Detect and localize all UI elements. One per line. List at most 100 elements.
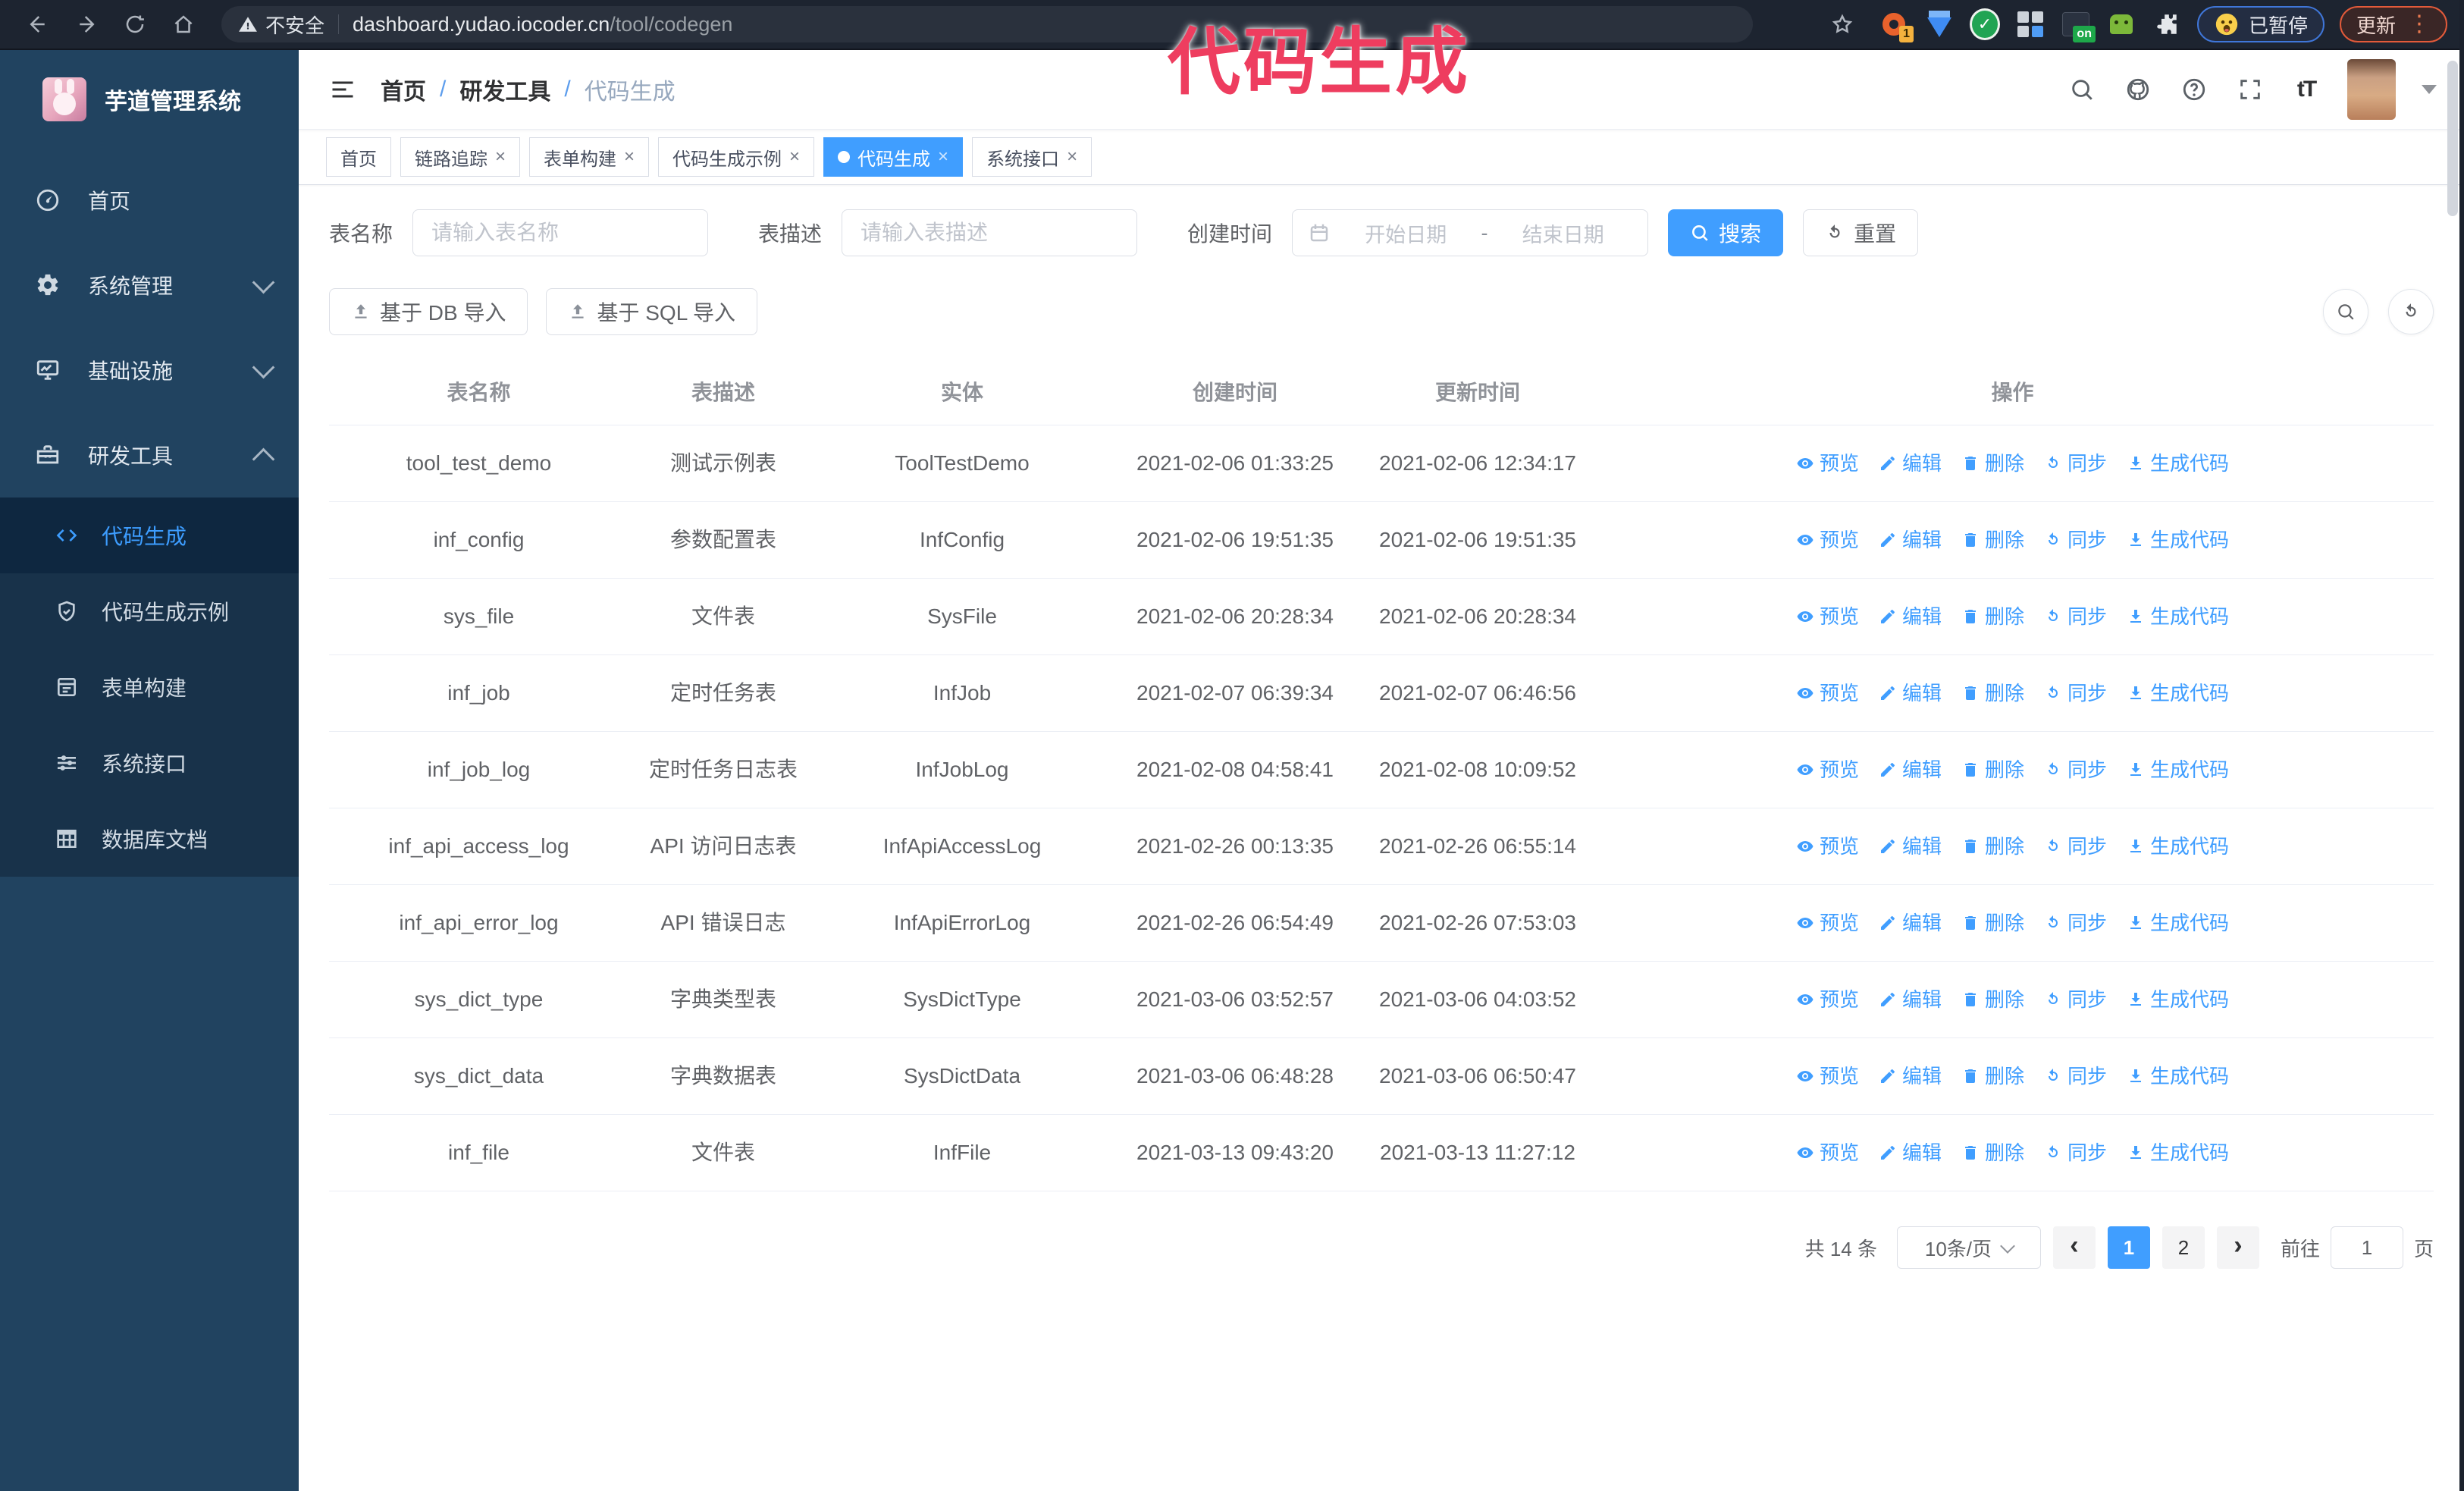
action-generate-link[interactable]: 生成代码 [2127,448,2229,479]
action-preview-link[interactable]: 预览 [1796,755,1859,785]
action-preview-link[interactable]: 预览 [1796,1138,1859,1168]
close-icon[interactable]: × [1067,148,1077,166]
action-delete-link[interactable]: 删除 [1961,908,2024,938]
paused-extension-badge[interactable]: 已暂停 [2196,6,2324,42]
action-delete-link[interactable]: 删除 [1961,601,2024,632]
table-desc-input[interactable] [842,209,1138,256]
app-logo-row[interactable]: 芋道管理系统 [0,50,299,149]
action-delete-link[interactable]: 删除 [1961,448,2024,479]
bookmark-star-icon[interactable] [1821,3,1864,46]
import-db-button[interactable]: 基于 DB 导入 [329,288,528,335]
action-edit-link[interactable]: 编辑 [1879,831,1942,862]
action-sync-link[interactable]: 同步 [2044,448,2107,479]
action-delete-link[interactable]: 删除 [1961,984,2024,1015]
search-button[interactable]: 搜索 [1668,209,1784,256]
forward-icon[interactable] [65,3,108,46]
github-icon[interactable] [2123,74,2153,105]
kebab-menu-icon[interactable]: ⋮ [2408,13,2431,36]
action-generate-link[interactable]: 生成代码 [2127,1061,2229,1091]
action-generate-link[interactable]: 生成代码 [2127,831,2229,862]
close-icon[interactable]: × [938,148,948,166]
action-sync-link[interactable]: 同步 [2044,831,2107,862]
action-delete-link[interactable]: 删除 [1961,678,2024,708]
search-icon[interactable] [2067,74,2097,105]
update-button[interactable]: 更新 ⋮ [2339,6,2447,42]
user-menu-caret-icon[interactable] [2422,85,2437,94]
tab-表单构建[interactable]: 表单构建 × [529,137,650,177]
action-delete-link[interactable]: 删除 [1961,525,2024,555]
page-button-2[interactable]: 2 [2161,1226,2205,1269]
extensions-puzzle-icon[interactable] [2152,9,2182,39]
back-icon[interactable] [17,3,59,46]
action-edit-link[interactable]: 编辑 [1879,1061,1942,1091]
sidebar-item-2[interactable]: 基础设施 [0,328,299,413]
action-preview-link[interactable]: 预览 [1796,525,1859,555]
tab-代码生成[interactable]: 代码生成 × [823,137,964,177]
close-icon[interactable]: × [495,148,506,166]
action-sync-link[interactable]: 同步 [2044,601,2107,632]
action-edit-link[interactable]: 编辑 [1879,448,1942,479]
breadcrumb-dev-tools[interactable]: 研发工具 [459,73,550,106]
sidebar-item-0[interactable]: 首页 [0,158,299,243]
action-sync-link[interactable]: 同步 [2044,678,2107,708]
action-edit-link[interactable]: 编辑 [1879,755,1942,785]
prev-page-button[interactable]: ‹ [2052,1226,2096,1269]
action-generate-link[interactable]: 生成代码 [2127,908,2229,938]
fold-menu-icon[interactable] [326,73,359,106]
extension-grid-icon[interactable] [2015,9,2045,39]
scrollbar-thumb[interactable] [2447,61,2458,216]
action-edit-link[interactable]: 编辑 [1879,678,1942,708]
sidebar-subitem-0[interactable]: 代码生成 [0,498,299,573]
action-preview-link[interactable]: 预览 [1796,831,1859,862]
action-delete-link[interactable]: 删除 [1961,1138,2024,1168]
action-generate-link[interactable]: 生成代码 [2127,755,2229,785]
sidebar-subitem-3[interactable]: 系统接口 [0,725,299,801]
tab-代码生成示例[interactable]: 代码生成示例 × [658,137,815,177]
reload-icon[interactable] [114,3,156,46]
action-delete-link[interactable]: 删除 [1961,755,2024,785]
action-preview-link[interactable]: 预览 [1796,448,1859,479]
action-delete-link[interactable]: 删除 [1961,831,2024,862]
refresh-table-icon[interactable] [2388,289,2434,334]
toggle-search-icon[interactable] [2323,289,2368,334]
date-range-picker[interactable]: 开始日期 - 结束日期 [1292,209,1649,256]
sidebar-item-1[interactable]: 系统管理 [0,243,299,328]
sidebar-subitem-4[interactable]: 数据库文档 [0,801,299,877]
action-generate-link[interactable]: 生成代码 [2127,678,2229,708]
action-generate-link[interactable]: 生成代码 [2127,601,2229,632]
tab-系统接口[interactable]: 系统接口 × [972,137,1092,177]
action-sync-link[interactable]: 同步 [2044,525,2107,555]
goto-page-input[interactable] [2330,1226,2403,1269]
date-start-placeholder[interactable]: 开始日期 [1337,218,1475,248]
action-edit-link[interactable]: 编辑 [1879,984,1942,1015]
import-sql-button[interactable]: 基于 SQL 导入 [546,288,758,335]
action-edit-link[interactable]: 编辑 [1879,601,1942,632]
breadcrumb-home[interactable]: 首页 [381,73,426,106]
page-button-1[interactable]: 1 [2107,1226,2150,1269]
close-icon[interactable]: × [789,148,800,166]
help-icon[interactable] [2179,74,2209,105]
extension-gem-icon[interactable] [1924,9,1955,39]
reset-button[interactable]: 重置 [1803,209,1919,256]
page-size-select[interactable]: 10条/页 [1896,1226,2041,1269]
security-warning[interactable]: 不安全 [238,11,324,39]
action-sync-link[interactable]: 同步 [2044,984,2107,1015]
action-sync-link[interactable]: 同步 [2044,1138,2107,1168]
sidebar-subitem-2[interactable]: 表单构建 [0,649,299,725]
action-sync-link[interactable]: 同步 [2044,908,2107,938]
action-preview-link[interactable]: 预览 [1796,984,1859,1015]
action-delete-link[interactable]: 删除 [1961,1061,2024,1091]
action-edit-link[interactable]: 编辑 [1879,908,1942,938]
action-sync-link[interactable]: 同步 [2044,755,2107,785]
extension-robot-icon[interactable] [2106,9,2136,39]
action-edit-link[interactable]: 编辑 [1879,525,1942,555]
action-generate-link[interactable]: 生成代码 [2127,1138,2229,1168]
tab-首页[interactable]: 首页 [326,137,391,177]
action-edit-link[interactable]: 编辑 [1879,1138,1942,1168]
url-bar[interactable]: 不安全 dashboard.yudao.iocoder.cn/tool/code… [221,6,1753,42]
date-end-placeholder[interactable]: 结束日期 [1494,218,1633,248]
close-icon[interactable]: × [624,148,635,166]
action-preview-link[interactable]: 预览 [1796,908,1859,938]
home-icon[interactable] [162,3,205,46]
next-page-button[interactable]: › [2216,1226,2259,1269]
